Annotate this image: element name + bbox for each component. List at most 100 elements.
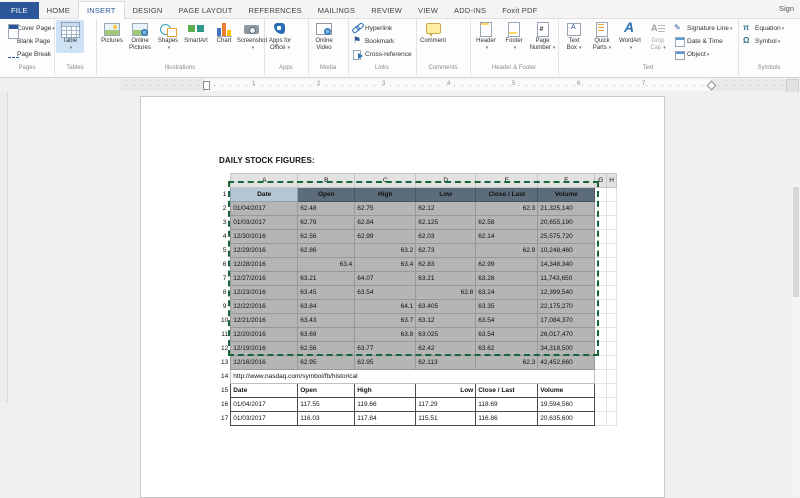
cell[interactable]: Close / Last <box>475 383 539 398</box>
scrollbar-thumb[interactable] <box>793 187 799 297</box>
cell[interactable]: 62.58 <box>475 215 539 230</box>
vertical-scrollbar[interactable] <box>792 184 800 495</box>
cell[interactable]: 22,175,270 <box>537 299 596 314</box>
cell[interactable]: 11,743,650 <box>537 271 596 286</box>
cell[interactable]: 62.56 <box>297 229 356 244</box>
page-number-button[interactable]: PageNumber▾ <box>528 20 557 53</box>
comment-button[interactable]: Comment <box>418 20 448 46</box>
signature-line-button[interactable]: Signature Line▾ <box>672 22 734 35</box>
column-header-a[interactable]: A <box>230 173 299 188</box>
empty-cell[interactable] <box>594 285 608 300</box>
cell[interactable]: 63.12 <box>415 313 477 328</box>
tab-design[interactable]: DESIGN <box>125 2 171 20</box>
cell[interactable]: Open <box>297 383 356 398</box>
cell[interactable]: High <box>354 383 417 398</box>
empty-cell[interactable] <box>594 411 608 426</box>
cell[interactable]: 62.86 <box>297 243 356 258</box>
cell[interactable]: 17,084,370 <box>537 313 596 328</box>
cell[interactable]: 63.4 <box>297 257 356 272</box>
cell[interactable]: 62.95 <box>354 355 417 370</box>
apps-for-office-button[interactable]: Apps for Office ▾ <box>266 20 294 53</box>
tab-mailings[interactable]: MAILINGS <box>310 2 363 20</box>
cell[interactable]: 116.03 <box>297 411 356 426</box>
date-time-button[interactable]: Date & Time <box>672 35 734 48</box>
row-header-6[interactable]: 6 <box>219 257 231 272</box>
cell[interactable]: 117.55 <box>297 397 356 412</box>
empty-cell[interactable] <box>594 229 608 244</box>
empty-cell[interactable] <box>606 201 617 216</box>
cell[interactable]: 21,325,140 <box>537 201 596 216</box>
pictures-button[interactable]: Pictures <box>98 20 126 46</box>
cell[interactable]: 62.125 <box>415 215 477 230</box>
ruler-indent-marker[interactable] <box>203 81 210 90</box>
cell[interactable]: 117.29 <box>415 397 477 412</box>
cell[interactable]: 62.42 <box>415 341 477 356</box>
cell[interactable]: 62.12 <box>415 201 477 216</box>
cell[interactable]: 19,594,560 <box>537 397 596 412</box>
cell[interactable]: 12/19/2016 <box>230 341 299 356</box>
empty-cell[interactable] <box>594 187 608 202</box>
online-video-button[interactable]: Online Video <box>310 20 338 53</box>
empty-cell[interactable] <box>594 397 608 412</box>
cell[interactable]: 117.84 <box>354 411 417 426</box>
cell[interactable]: 63.84 <box>297 299 356 314</box>
sheet-select-all-corner[interactable] <box>219 173 231 188</box>
cell[interactable]: 63.8 <box>354 327 417 342</box>
cell[interactable]: 116.86 <box>475 411 539 426</box>
cell[interactable]: 12/30/2016 <box>230 229 299 244</box>
cell[interactable]: 12/28/2016 <box>230 257 299 272</box>
empty-cell[interactable] <box>606 229 617 244</box>
cell[interactable]: 01/03/2017 <box>230 411 299 426</box>
empty-cell[interactable] <box>606 313 617 328</box>
chart-button[interactable]: Chart <box>210 20 238 46</box>
row-header-9[interactable]: 9 <box>219 299 231 314</box>
cell[interactable]: 62.8 <box>415 285 477 300</box>
empty-cell[interactable] <box>594 243 608 258</box>
row-header-8[interactable]: 8 <box>219 285 231 300</box>
cell[interactable]: Date <box>230 187 299 202</box>
empty-cell[interactable] <box>606 411 617 426</box>
cell[interactable]: 63.77 <box>354 341 417 356</box>
column-header-d[interactable]: D <box>415 173 477 188</box>
cell[interactable]: 63.025 <box>415 327 477 342</box>
row-header-3[interactable]: 3 <box>219 215 231 230</box>
cell[interactable]: Close / Last <box>475 187 539 202</box>
empty-cell[interactable] <box>594 341 608 356</box>
cell[interactable]: 01/04/2017 <box>230 201 299 216</box>
cell[interactable]: 63.24 <box>475 285 539 300</box>
text-box-button[interactable]: TextBox▾ <box>560 20 588 53</box>
equation-button[interactable]: Equation▾ <box>740 22 786 35</box>
empty-cell[interactable] <box>594 369 608 384</box>
column-header-e[interactable]: E <box>475 173 539 188</box>
empty-cell[interactable] <box>606 383 617 398</box>
bookmark-button[interactable]: Bookmark <box>350 35 414 48</box>
empty-cell[interactable] <box>606 299 617 314</box>
quick-parts-button[interactable]: Quick Parts ▾ <box>588 20 616 53</box>
cell[interactable]: 63.69 <box>297 327 356 342</box>
cell[interactable]: Date <box>230 383 299 398</box>
cell[interactable]: 118.69 <box>475 397 539 412</box>
empty-cell[interactable] <box>606 215 617 230</box>
tab-view[interactable]: VIEW <box>410 2 446 20</box>
cell[interactable]: 62.3 <box>475 201 539 216</box>
cell[interactable]: 62.79 <box>297 215 356 230</box>
cell[interactable]: 63.21 <box>415 271 477 286</box>
row-header-17[interactable]: 17 <box>219 411 231 426</box>
cell[interactable]: 12/16/2016 <box>230 355 299 370</box>
sign-in-label[interactable]: Sign <box>779 0 794 18</box>
row-header-2[interactable]: 2 <box>219 201 231 216</box>
cell[interactable]: 63.21 <box>297 271 356 286</box>
cell[interactable]: 62.75 <box>354 201 417 216</box>
cell[interactable]: 12,399,540 <box>537 285 596 300</box>
tab-insert[interactable]: INSERT <box>77 1 125 20</box>
tab-file[interactable]: FILE <box>0 2 39 20</box>
cell[interactable]: 26,017,470 <box>537 327 596 342</box>
cell[interactable]: 12/29/2016 <box>230 243 299 258</box>
tab-page-layout[interactable]: PAGE LAYOUT <box>171 2 241 20</box>
row-header-4[interactable]: 4 <box>219 229 231 244</box>
cell[interactable]: 20,655,190 <box>537 215 596 230</box>
cell[interactable]: 62.113 <box>415 355 477 370</box>
cell[interactable]: 01/03/2017 <box>230 215 299 230</box>
cell[interactable]: 63.4 <box>354 257 417 272</box>
table-button[interactable]: Table ▾ <box>56 20 84 53</box>
